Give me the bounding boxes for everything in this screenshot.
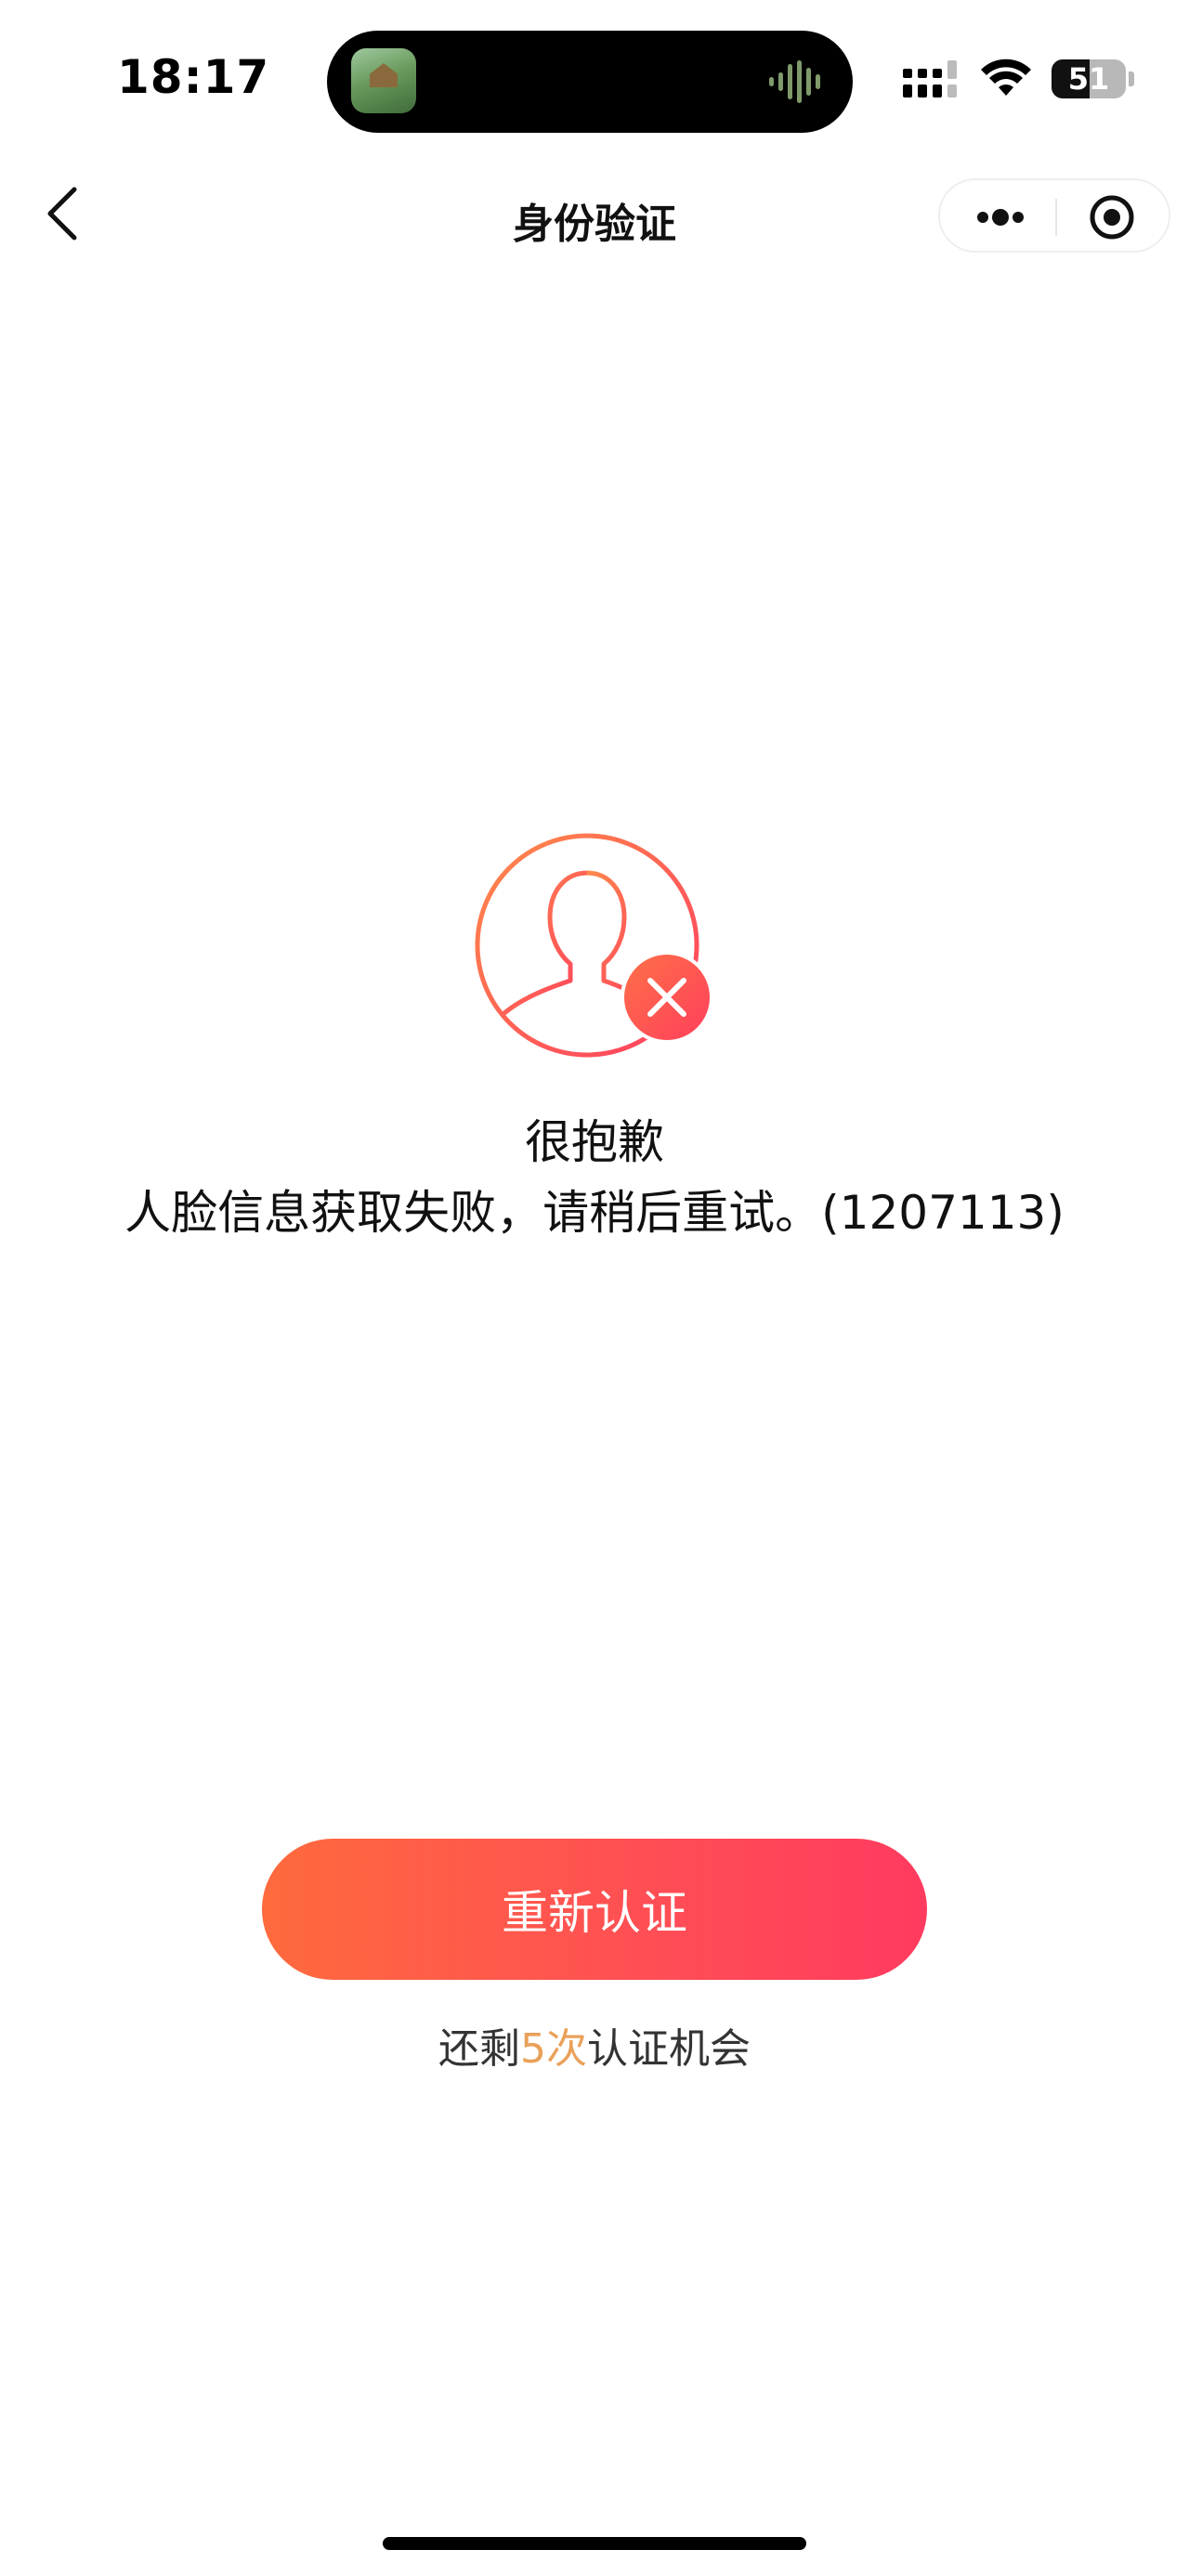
audio-wave-icon	[769, 60, 820, 103]
error-message: 人脸信息获取失败，请稍后重试。(1207113)	[124, 1186, 1065, 1240]
mini-program-capsule	[938, 178, 1170, 253]
dynamic-island[interactable]	[327, 31, 853, 133]
status-time: 18:17	[117, 50, 270, 104]
now-playing-thumbnail	[351, 48, 416, 113]
capsule-divider	[1055, 199, 1057, 236]
remaining-count: 5次	[520, 2025, 587, 2073]
navigation-bar: 身份验证	[0, 149, 1189, 279]
close-miniprogram-button[interactable]	[1070, 189, 1154, 245]
status-indicators: 51	[903, 56, 1134, 102]
error-title: 很抱歉	[525, 1115, 664, 1169]
more-dots-icon	[977, 209, 1024, 226]
cellular-signal-icon	[903, 60, 957, 98]
home-indicator[interactable]	[383, 2537, 806, 2550]
battery-level: 51	[1067, 61, 1110, 97]
remaining-suffix: 认证机会	[587, 2025, 751, 2073]
retry-verification-button[interactable]: 重新认证	[262, 1839, 927, 1980]
battery-cap	[1129, 72, 1134, 86]
more-button[interactable]	[959, 189, 1042, 245]
user-error-icon	[475, 833, 713, 1058]
status-bar: 18:17 51	[0, 0, 1189, 149]
battery-icon: 51	[1052, 59, 1134, 98]
wifi-icon	[981, 59, 1031, 96]
target-circle-icon	[1090, 195, 1134, 240]
remaining-prefix: 还剩	[438, 2025, 520, 2073]
remaining-attempts: 还剩5次认证机会	[0, 2015, 1189, 2075]
